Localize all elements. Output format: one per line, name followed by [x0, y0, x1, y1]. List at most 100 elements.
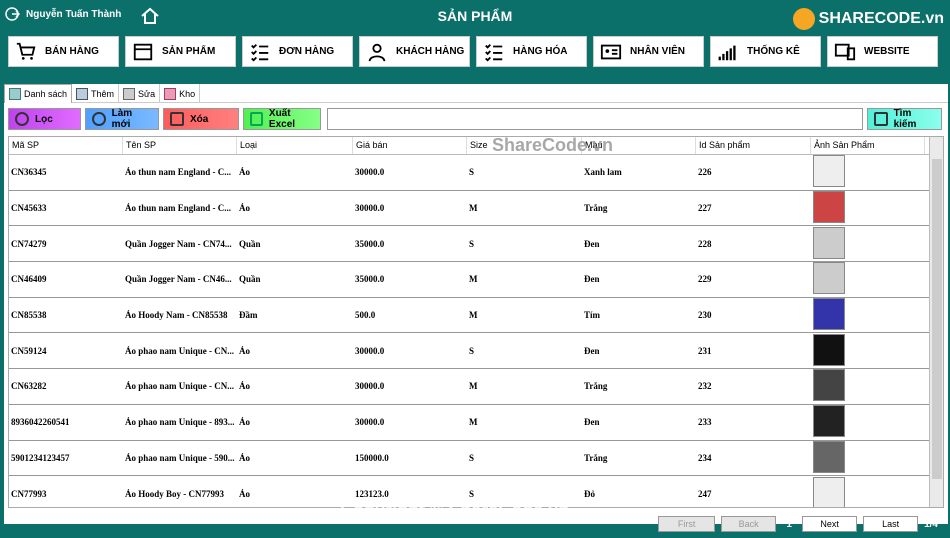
- table-cell: Áo phao nam Unique - 590...: [125, 452, 235, 463]
- table-cell: S: [469, 345, 475, 356]
- col-anh-san-pham[interactable]: Ảnh Sản Phẩm: [811, 137, 925, 154]
- excel-icon: [250, 112, 263, 126]
- table-cell: 30000.0: [355, 167, 385, 178]
- table-cell: 150000.0: [355, 452, 389, 463]
- table-cell: Trắng: [584, 452, 608, 463]
- table-cell: CN74279: [11, 238, 47, 249]
- search-icon: [874, 112, 888, 126]
- table-cell: Xanh lam: [584, 167, 622, 178]
- col-gia-ban[interactable]: Giá bán: [353, 137, 467, 154]
- table-row[interactable]: 8936042260541 Áo phao nam Unique - 893...…: [9, 405, 943, 441]
- table-cell: Quần: [239, 238, 261, 249]
- product-thumbnail: [813, 226, 845, 259]
- table-cell: CN46409: [11, 274, 47, 285]
- table-cell: 8936042260541: [11, 417, 70, 428]
- table-cell: 30000.0: [355, 417, 385, 428]
- last-button[interactable]: Last: [863, 516, 919, 532]
- main-nav: BÁN HÀNG SẢN PHẨM ĐƠN HÀNG KHÁCH HÀNG HÀ…: [8, 36, 938, 67]
- col-id-san-pham[interactable]: Id Sản phẩm: [696, 137, 811, 154]
- col-ten-sp[interactable]: Tên SP: [123, 137, 237, 154]
- table-cell: Quần Jogger Nam - CN46...: [125, 274, 232, 285]
- table-cell: Quần Jogger Nam - CN74...: [125, 238, 232, 249]
- delete-button[interactable]: Xóa: [163, 108, 239, 130]
- tab-sua[interactable]: Sửa: [119, 84, 161, 103]
- nav-nhan-vien[interactable]: NHÂN VIÊN: [593, 36, 704, 67]
- col-loai[interactable]: Loại: [237, 137, 353, 154]
- header: Nguyễn Tuấn Thành SẢN PHẨM SHARECODE.vn: [0, 0, 950, 33]
- tab-danh-sach[interactable]: Danh sách: [4, 84, 73, 103]
- product-thumbnail: [813, 333, 845, 366]
- product-image-cell: [811, 440, 925, 475]
- add-icon: [76, 87, 89, 100]
- product-thumbnail: [813, 191, 845, 224]
- current-page: 1: [786, 518, 792, 530]
- table-cell: 30000.0: [355, 203, 385, 214]
- nav-website[interactable]: WEBSITE: [827, 36, 938, 67]
- list-icon: [9, 88, 21, 100]
- vertical-scrollbar[interactable]: [929, 137, 943, 507]
- table-row[interactable]: CN85538 Áo Hoody Nam - CN85538 Đầm 500.0 M Tí…: [9, 298, 943, 334]
- next-button[interactable]: Next: [802, 516, 858, 532]
- checklist-icon: [251, 43, 269, 62]
- nav-don-hang[interactable]: ĐƠN HÀNG: [242, 36, 353, 67]
- table-cell: CN85538: [11, 310, 47, 321]
- search-button[interactable]: Tìm kiếm: [867, 108, 942, 130]
- table-cell: Áo: [239, 417, 250, 428]
- table-row[interactable]: CN63282 Áo phao nam Unique - CN... Áo 30000…: [9, 369, 943, 405]
- export-excel-button[interactable]: Xuất Excel: [243, 108, 321, 130]
- scroll-thumb[interactable]: [932, 159, 942, 479]
- toolbar: Lọc Làm mới Xóa Xuất Excel Tìm kiếm: [8, 108, 942, 130]
- product-image-cell: [811, 155, 925, 189]
- tab-them[interactable]: Thêm: [72, 84, 120, 103]
- filter-button[interactable]: Lọc: [8, 108, 81, 130]
- product-image-cell: [811, 298, 925, 332]
- nav-hang-hoa[interactable]: HÀNG HÓA: [476, 36, 587, 67]
- table-cell: Áo thun nam England - C...: [125, 167, 232, 178]
- table-row[interactable]: CN36345 Áo thun nam England - C... Áo 30000…: [9, 155, 943, 191]
- table-cell: Áo: [239, 167, 250, 178]
- warehouse-icon: [164, 87, 177, 100]
- table-cell: 233: [698, 417, 712, 428]
- table-cell: Áo phao nam Unique - CN...: [125, 345, 235, 356]
- table-cell: Áo Hoody Nam - CN85538: [125, 310, 228, 321]
- product-image-cell: [811, 226, 925, 261]
- bar-chart-icon: [718, 45, 736, 60]
- table-row[interactable]: CN45633 Áo thun nam England - C... Áo 30000…: [9, 191, 943, 227]
- table-row[interactable]: 5901234123457 Áo phao nam Unique - 590...…: [9, 440, 943, 477]
- tab-kho[interactable]: Kho: [160, 84, 201, 103]
- table-cell: CN36345: [11, 167, 47, 178]
- devices-icon: [834, 43, 856, 60]
- table-cell: 234: [698, 452, 712, 463]
- nav-ban-hang[interactable]: BÁN HÀNG: [8, 36, 119, 67]
- nav-khach-hang[interactable]: KHÁCH HÀNG: [359, 36, 470, 67]
- filter-icon: [15, 112, 29, 126]
- back-button[interactable]: Back: [721, 516, 777, 532]
- table-cell: Áo Hoody Boy - CN77993: [125, 488, 225, 499]
- table-cell: Áo: [239, 345, 250, 356]
- first-button[interactable]: First: [658, 516, 716, 532]
- product-thumbnail: [813, 405, 845, 438]
- search-input[interactable]: [327, 108, 863, 130]
- table-cell: 230: [698, 310, 712, 321]
- delete-icon: [170, 112, 184, 126]
- product-image-cell: [811, 476, 925, 507]
- table-cell: 232: [698, 381, 712, 392]
- product-thumbnail: [813, 155, 845, 188]
- page-summary: 1/4: [924, 518, 938, 530]
- table-cell: Đen: [584, 274, 600, 285]
- table-header: Mã SP Tên SP Loại Giá bán Size Màu Id Sả…: [9, 137, 943, 155]
- table-cell: 227: [698, 203, 712, 214]
- table-row[interactable]: CN46409 Quần Jogger Nam - CN46... Quần 3500…: [9, 262, 943, 298]
- refresh-button[interactable]: Làm mới: [85, 108, 159, 130]
- table-cell: 35000.0: [355, 238, 385, 249]
- table-row[interactable]: CN59124 Áo phao nam Unique - CN... Áo 30000…: [9, 333, 943, 370]
- product-image-cell: [811, 191, 925, 225]
- col-ma-sp[interactable]: Mã SP: [9, 137, 123, 154]
- nav-san-pham[interactable]: SẢN PHẨM: [125, 36, 236, 67]
- table-row[interactable]: CN74279 Quần Jogger Nam - CN74... Quần 3500…: [9, 226, 943, 263]
- product-thumbnail: [813, 440, 845, 473]
- nav-thong-ke[interactable]: THỐNG KÊ: [710, 36, 821, 67]
- table-cell: Áo phao nam Unique - 893...: [125, 417, 235, 428]
- table-cell: Đen: [584, 238, 600, 249]
- product-image-cell: [811, 405, 925, 439]
